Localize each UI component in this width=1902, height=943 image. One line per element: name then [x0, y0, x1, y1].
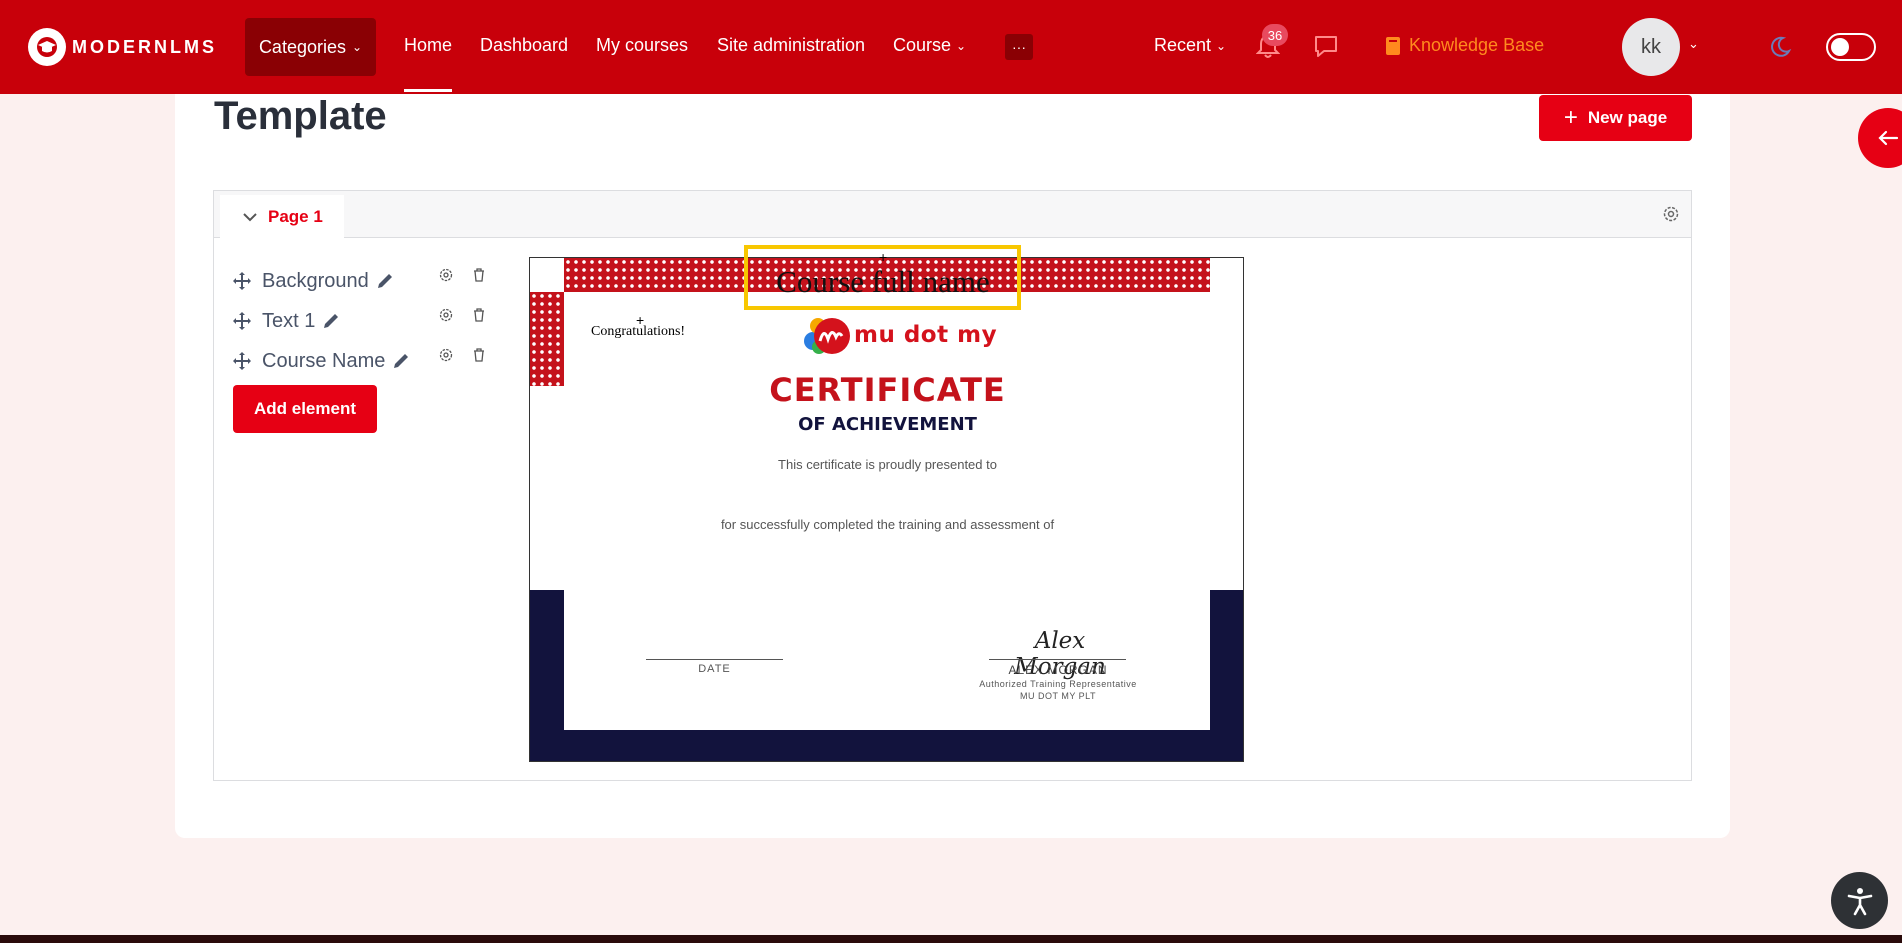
signer-name: ALEX MORGAN: [1008, 663, 1108, 677]
brand-name: MODERNLMS: [72, 36, 217, 57]
active-nav-indicator: [404, 89, 452, 92]
mu-logo-icon: [804, 318, 850, 354]
categories-label: Categories: [258, 36, 346, 57]
arrow-left-icon: [1878, 130, 1899, 146]
chevron-down-icon: ⌄: [351, 40, 363, 54]
new-page-button[interactable]: + New page: [1539, 95, 1692, 141]
date-line: [646, 659, 783, 660]
element-label: Background: [262, 269, 369, 292]
presented-to-text: This certificate is proudly presented to: [778, 457, 997, 472]
page-title: Template: [214, 94, 387, 138]
nav-my-courses[interactable]: My courses: [596, 35, 688, 56]
notification-count-badge: 36: [1262, 24, 1288, 46]
nav-course-dropdown[interactable]: Course ⌄: [893, 35, 966, 56]
new-page-label: New page: [1587, 108, 1668, 127]
accessibility-button[interactable]: [1831, 872, 1888, 929]
trash-icon[interactable]: [473, 268, 485, 282]
chat-bubble-icon: [1315, 36, 1337, 57]
more-label: ···: [1012, 39, 1026, 55]
nav-site-administration[interactable]: Site administration: [717, 35, 865, 56]
element-label: Text 1: [262, 309, 316, 332]
messages-button[interactable]: [1313, 34, 1339, 63]
drawer-toggle-button[interactable]: [1858, 108, 1902, 168]
page-tab[interactable]: Page 1: [220, 195, 344, 238]
element-label: Course Name: [262, 349, 386, 372]
date-label: DATE: [698, 663, 731, 675]
page-tab-label: Page 1: [268, 206, 323, 226]
nav-recent-dropdown[interactable]: Recent ⌄: [1154, 35, 1226, 56]
knowledge-base-label: Knowledge Base: [1409, 35, 1545, 55]
chevron-down-icon: ⌄: [1216, 38, 1227, 53]
settings-icon[interactable]: [439, 268, 453, 282]
site-logo[interactable]: MODERNLMS: [28, 28, 217, 66]
certificate-subheading: OF ACHIEVEMENT: [798, 414, 977, 435]
more-menu-button[interactable]: ···: [1005, 34, 1033, 60]
theme-toggle[interactable]: [1826, 33, 1876, 61]
trash-icon[interactable]: [473, 308, 485, 322]
element-row-background: Background: [232, 266, 395, 296]
crosshair-icon: +: [879, 249, 888, 265]
categories-dropdown[interactable]: Categories ⌄: [245, 18, 376, 76]
course-label: Course: [893, 35, 952, 55]
footer-strip: [0, 935, 1902, 943]
chevron-down-icon: [243, 212, 257, 221]
dark-mode-button[interactable]: [1766, 34, 1792, 65]
settings-icon[interactable]: [439, 348, 453, 362]
moon-icon: [1771, 36, 1792, 57]
signature-line: [989, 659, 1126, 660]
drag-move-icon[interactable]: [232, 311, 252, 331]
plus-icon: +: [1563, 104, 1578, 131]
certificate-heading: CERTIFICATE: [769, 371, 1006, 409]
element-row-course-name: Course Name: [232, 346, 411, 376]
recent-label: Recent: [1154, 35, 1212, 55]
book-icon: [1386, 36, 1400, 55]
element-row-text-1: Text 1: [232, 306, 341, 336]
pencil-icon[interactable]: [391, 351, 411, 371]
add-element-button[interactable]: Add element: [233, 385, 377, 433]
drag-move-icon[interactable]: [232, 271, 252, 291]
top-navbar: MODERNLMS Categories ⌄ Home Dashboard My…: [0, 0, 1902, 94]
course-full-name-element[interactable]: Course full name: [748, 264, 1018, 300]
page-settings-button[interactable]: [1662, 205, 1680, 228]
pencil-icon[interactable]: [321, 311, 341, 331]
graduation-cap-icon: [28, 28, 66, 66]
chevron-down-icon: ⌄: [956, 38, 967, 53]
trash-icon[interactable]: [473, 348, 485, 362]
settings-icon[interactable]: [439, 308, 453, 322]
signer-title: Authorized Training Representative: [979, 679, 1137, 689]
toggle-knob: [1831, 38, 1849, 56]
completed-text: for successfully completed the training …: [720, 517, 1055, 532]
nav-home[interactable]: Home: [404, 35, 452, 56]
crosshair-icon: +: [636, 312, 645, 328]
page-panel-header: Page 1: [214, 191, 1691, 238]
pencil-icon[interactable]: [375, 271, 395, 291]
signer-org: MU DOT MY PLT: [1019, 691, 1096, 701]
user-avatar[interactable]: kk: [1622, 18, 1680, 76]
brand-logo: mu dot my: [800, 313, 997, 357]
navy-border-bottom: [530, 730, 1243, 761]
chevron-down-icon[interactable]: ⌄: [1688, 36, 1699, 52]
gear-icon: [1663, 206, 1679, 222]
brand-text: mu dot my: [854, 322, 998, 348]
nav-dashboard[interactable]: Dashboard: [480, 35, 568, 56]
accessibility-icon: [1847, 887, 1872, 915]
knowledge-base-link[interactable]: Knowledge Base: [1385, 35, 1544, 56]
drag-move-icon[interactable]: [232, 351, 252, 371]
avatar-initials: kk: [1641, 35, 1661, 58]
